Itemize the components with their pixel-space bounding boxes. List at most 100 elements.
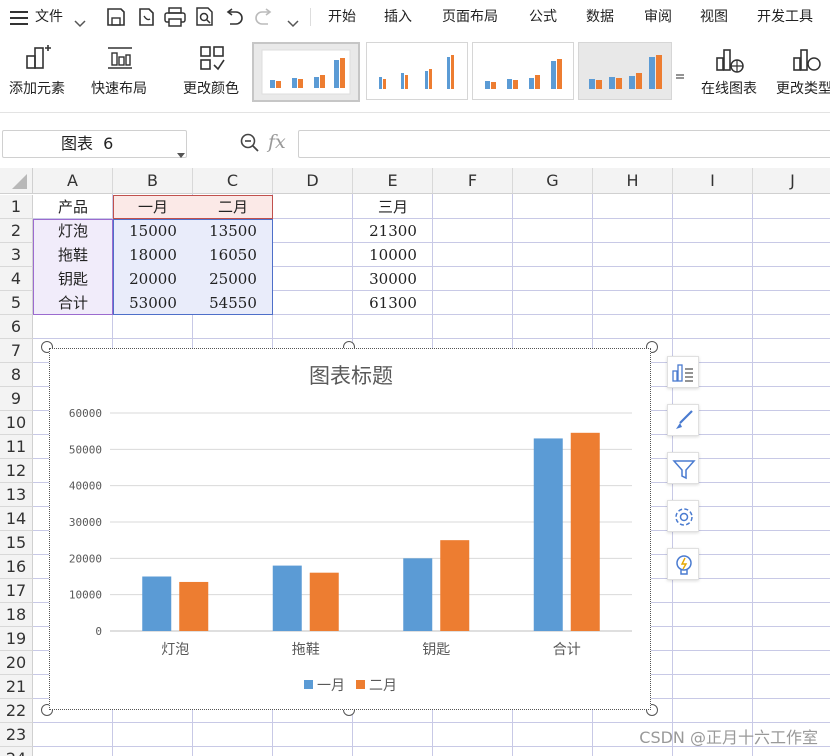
column-header-h[interactable]: H	[593, 168, 673, 194]
chart[interactable]: 图表标题 0 10000 20000 30000 40000 50000 60000 灯泡 拖鞋 钥…	[49, 348, 651, 710]
column-header-i[interactable]: I	[673, 168, 753, 194]
cell-b2[interactable]: 15000	[113, 219, 193, 243]
chart-style-thumb-3[interactable]	[472, 42, 574, 100]
row-header-5[interactable]: 5	[0, 291, 33, 315]
row-header-14[interactable]: 14	[0, 507, 33, 531]
cell-e2[interactable]: 21300	[353, 219, 433, 243]
file-menu[interactable]: 文件	[35, 0, 63, 34]
quick-layout-button[interactable]: 快速布局	[84, 34, 154, 104]
column-header-e[interactable]: E	[353, 168, 433, 194]
online-chart-button[interactable]: 在线图表	[694, 34, 764, 104]
row-header-24[interactable]: 24	[0, 747, 33, 756]
cell-a3[interactable]: 拖鞋	[33, 243, 113, 267]
row-header-3[interactable]: 3	[0, 243, 33, 267]
row-header-19[interactable]: 19	[0, 627, 33, 651]
row-header-2[interactable]: 2	[0, 219, 33, 243]
chart-style-thumb-4[interactable]	[578, 42, 672, 100]
chart-style-button[interactable]	[667, 404, 699, 436]
cell-b4[interactable]: 20000	[113, 267, 193, 291]
cell-e1[interactable]: 三月	[353, 195, 433, 219]
row-header-16[interactable]: 16	[0, 555, 33, 579]
chart-smart-button[interactable]	[667, 548, 699, 580]
export-pdf-icon[interactable]	[136, 7, 156, 31]
row-header-15[interactable]: 15	[0, 531, 33, 555]
undo-icon[interactable]	[224, 8, 244, 30]
tab-formulas[interactable]: 公式	[529, 0, 557, 34]
row-header-7[interactable]: 7	[0, 339, 33, 363]
row-header-17[interactable]: 17	[0, 579, 33, 603]
tab-review[interactable]: 审阅	[644, 0, 672, 34]
cell-e3[interactable]: 10000	[353, 243, 433, 267]
redo-icon[interactable]	[254, 8, 274, 30]
column-header-g[interactable]: G	[513, 168, 593, 194]
tab-view[interactable]: 视图	[700, 0, 728, 34]
row-header-13[interactable]: 13	[0, 483, 33, 507]
chart-filter-button[interactable]	[667, 452, 699, 484]
cell-c2[interactable]: 13500	[193, 219, 273, 243]
print-icon[interactable]	[164, 7, 186, 31]
bar-series1	[272, 565, 302, 631]
column-header-f[interactable]: F	[433, 168, 513, 194]
cell-a2[interactable]: 灯泡	[33, 219, 113, 243]
row-header-6[interactable]: 6	[0, 315, 33, 339]
add-element-button[interactable]: 添加元素	[2, 34, 72, 104]
chart-style-gallery	[252, 42, 688, 102]
row-header-20[interactable]: 20	[0, 651, 33, 675]
cell-a5[interactable]: 合计	[33, 291, 113, 315]
save-icon[interactable]	[106, 7, 126, 31]
tab-insert[interactable]: 插入	[384, 0, 412, 34]
cell-e4[interactable]: 30000	[353, 267, 433, 291]
cell-c5[interactable]: 54550	[193, 291, 273, 315]
cell-b1[interactable]: 一月	[113, 195, 193, 219]
column-header-c[interactable]: C	[193, 168, 273, 194]
chart-style-thumb-2[interactable]	[366, 42, 468, 100]
tab-page-layout[interactable]: 页面布局	[442, 0, 498, 34]
filter-icon	[672, 460, 696, 480]
chart-canvas: 图表标题 0 10000 20000 30000 40000 50000 60000 灯泡 拖鞋 钥…	[69, 364, 632, 694]
cell-a1[interactable]: 产品	[33, 195, 113, 219]
more-icon[interactable]	[287, 13, 299, 32]
cell-c4[interactable]: 25000	[193, 267, 273, 291]
row-header-18[interactable]: 18	[0, 603, 33, 627]
brush-icon	[676, 410, 693, 429]
cell-b5[interactable]: 53000	[113, 291, 193, 315]
chevron-down-icon[interactable]	[74, 13, 86, 32]
row-header-23[interactable]: 23	[0, 723, 33, 747]
cell-a4[interactable]: 钥匙	[33, 267, 113, 291]
row-header-10[interactable]: 10	[0, 411, 33, 435]
row-header-12[interactable]: 12	[0, 459, 33, 483]
chart-settings-button[interactable]	[667, 500, 699, 532]
chart-elements-button[interactable]	[667, 356, 699, 388]
hamburger-menu-icon[interactable]	[10, 10, 28, 29]
change-type-button[interactable]: 更改类型	[774, 34, 830, 104]
tab-developer[interactable]: 开发工具	[757, 0, 813, 34]
row-header-21[interactable]: 21	[0, 675, 33, 699]
tab-data[interactable]: 数据	[586, 0, 614, 34]
formula-input[interactable]	[298, 130, 830, 158]
y-tick-label: 60000	[69, 407, 102, 420]
tab-home[interactable]: 开始	[328, 0, 356, 34]
column-header-j[interactable]: J	[753, 168, 830, 194]
change-color-button[interactable]: 更改颜色	[176, 34, 246, 104]
select-all-corner[interactable]	[0, 168, 33, 194]
row-header-11[interactable]: 11	[0, 435, 33, 459]
dropdown-arrow-icon[interactable]	[177, 141, 185, 167]
gallery-more-icon[interactable]	[676, 66, 684, 85]
cell-c3[interactable]: 16050	[193, 243, 273, 267]
column-header-b[interactable]: B	[113, 168, 193, 194]
row-header-9[interactable]: 9	[0, 387, 33, 411]
column-header-d[interactable]: D	[273, 168, 353, 194]
cell-b3[interactable]: 18000	[113, 243, 193, 267]
cell-e5[interactable]: 61300	[353, 291, 433, 315]
row-header-8[interactable]: 8	[0, 363, 33, 387]
chart-style-thumb-1[interactable]	[252, 42, 360, 102]
print-preview-icon[interactable]	[194, 7, 216, 31]
column-header-a[interactable]: A	[33, 168, 113, 194]
zoom-icon[interactable]	[240, 133, 260, 157]
row-header-22[interactable]: 22	[0, 699, 33, 723]
cell-c1[interactable]: 二月	[193, 195, 273, 219]
name-box[interactable]: 图表 6	[2, 130, 187, 158]
row-header-1[interactable]: 1	[0, 195, 33, 219]
fx-icon[interactable]: fx	[268, 131, 286, 153]
row-header-4[interactable]: 4	[0, 267, 33, 291]
